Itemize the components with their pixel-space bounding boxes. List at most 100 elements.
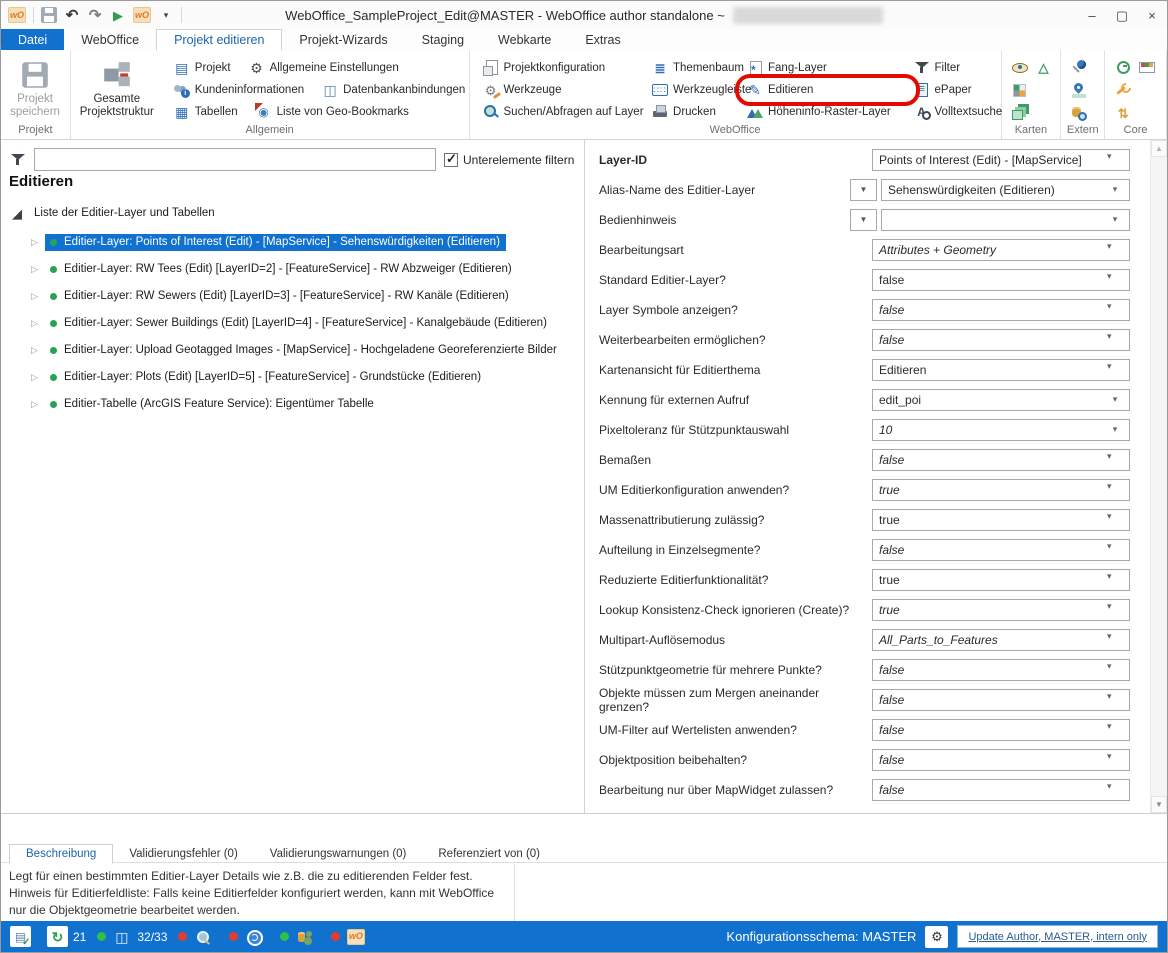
expander-collapsed-icon[interactable]: ▷ (31, 318, 45, 329)
form-field-control[interactable]: false ▾ (872, 299, 1130, 321)
ribbon-tab[interactable]: Datei (1, 29, 64, 50)
status-item[interactable]: ▤ (10, 926, 36, 947)
update-author-button[interactable]: Update Author, MASTER, intern only (957, 925, 1158, 948)
form-field-control[interactable]: false ▾ (872, 269, 1130, 291)
ribbon-button[interactable]: A Volltextsuche (911, 101, 1001, 123)
ribbon-button[interactable]: ⚙ Allgemeine Einstellungen (246, 57, 402, 79)
value-source-dropdown-button[interactable]: ▼ (850, 179, 877, 201)
undo-icon[interactable]: ↶ (64, 7, 80, 23)
tree-root-node[interactable]: ◢ Liste der Editier-Layer und Tabellen (1, 202, 582, 224)
expander-collapsed-icon[interactable]: ▷ (31, 264, 45, 275)
save-icon[interactable] (41, 7, 57, 23)
ribbon-button[interactable]: ▦ Tabellen (171, 101, 241, 123)
expander-collapsed-icon[interactable]: ▷ (31, 372, 45, 383)
form-field-control[interactable]: false ▾ (872, 659, 1130, 681)
tree-item[interactable]: ▷ Editier-Layer: RW Sewers (Edit) [Layer… (1, 283, 582, 310)
status-item[interactable] (178, 926, 218, 947)
core-tool-button[interactable] (1112, 79, 1134, 101)
filter-subelements-checkbox[interactable]: ✓ (444, 153, 458, 167)
expander-collapsed-icon[interactable]: ▷ (31, 345, 45, 356)
close-button[interactable]: × (1137, 1, 1167, 29)
ribbon-button[interactable]: ✎ Editieren (744, 79, 911, 101)
form-field-control[interactable]: false ▾ (872, 689, 1130, 711)
tree-item[interactable]: ▷ Editier-Layer: RW Tees (Edit) [LayerID… (1, 256, 582, 283)
form-field-control[interactable]: ▾ (881, 209, 1130, 231)
tree-item[interactable]: ▷ Editier-Layer: Upload Geotagged Images… (1, 337, 582, 364)
save-project-button[interactable]: Projekt speichern (1, 50, 69, 119)
ribbon-button[interactable]: Suchen/Abfragen auf Layer (480, 101, 650, 123)
ribbon-button[interactable]: ePaper (911, 79, 1001, 101)
qat-customize-icon[interactable]: ▾ (158, 7, 174, 23)
ribbon-button[interactable]: Drucken (649, 101, 744, 123)
ribbon-button[interactable]: ◉ Liste von Geo-Bookmarks (253, 101, 412, 123)
ribbon-tab[interactable]: WebOffice (64, 29, 156, 50)
ribbon-button[interactable]: Höheninfo-Raster-Layer (744, 101, 911, 123)
tree-item[interactable]: ▷ Editier-Tabelle (ArcGIS Feature Servic… (1, 391, 582, 418)
maximize-button[interactable]: ▢ (1107, 1, 1137, 29)
bottom-tab[interactable]: Validierungswarnungen (0) (254, 845, 423, 863)
tree-item[interactable]: ▷ Editier-Layer: Sewer Buildings (Edit) … (1, 310, 582, 337)
status-item[interactable] (280, 926, 320, 947)
form-field-control[interactable]: true ▾ (872, 479, 1130, 501)
expander-collapsed-icon[interactable]: ▷ (31, 399, 45, 410)
extern-tool-button[interactable] (1068, 79, 1090, 101)
bottom-tab[interactable]: Validierungsfehler (0) (113, 845, 253, 863)
run-icon[interactable]: ▶ (110, 7, 126, 23)
scroll-up-button[interactable]: ▲ (1151, 140, 1167, 157)
core-tool-button[interactable]: ⇅ (1112, 102, 1134, 124)
map-tool-button[interactable]: △ (1033, 56, 1055, 78)
status-item[interactable]: ↻ 21 (47, 926, 86, 947)
filter-subelements-option[interactable]: ✓ Unterelemente filtern (444, 153, 574, 167)
ribbon-button[interactable]: Kundeninformationen (171, 79, 307, 101)
form-field-control[interactable]: Points of Interest (Edit) - [MapService]… (872, 149, 1130, 171)
ribbon-tab[interactable]: Projekt editieren (156, 29, 282, 51)
form-field-control[interactable]: false ▾ (872, 329, 1130, 351)
extern-tool-button[interactable] (1068, 56, 1090, 78)
value-source-dropdown-button[interactable]: ▼ (850, 209, 877, 231)
scroll-down-button[interactable]: ▼ (1151, 796, 1167, 813)
map-tool-button[interactable] (1009, 102, 1031, 124)
status-item[interactable]: wO (331, 926, 371, 947)
form-field-control[interactable]: false ▾ (872, 539, 1130, 561)
tree-item[interactable]: ▷ Editier-Layer: Points of Interest (Edi… (1, 229, 582, 256)
ribbon-collapse-icon[interactable]: ∧ (0, 35, 9, 51)
ribbon-button[interactable]: ∷∷ Werkzeugleiste (649, 79, 744, 101)
bottom-tab[interactable]: Referenziert von (0) (422, 845, 556, 863)
expander-collapsed-icon[interactable]: ▷ (31, 237, 45, 248)
bottom-tab[interactable]: Beschreibung (9, 844, 113, 864)
ribbon-button[interactable]: Projektkonfiguration (480, 57, 650, 79)
status-item[interactable] (229, 926, 269, 947)
schema-settings-button[interactable]: ⚙ (925, 926, 948, 948)
ribbon-button[interactable]: Fang-Layer (744, 57, 911, 79)
form-field-control[interactable]: false ▾ (872, 779, 1130, 801)
form-field-control[interactable]: Editieren ▾ (872, 359, 1130, 381)
form-field-control[interactable]: false ▾ (872, 449, 1130, 471)
form-field-control[interactable]: Sehenswürdigkeiten (Editieren) ▾ (881, 179, 1130, 201)
ribbon-button[interactable]: ◫ Datenbankanbindungen (319, 79, 468, 101)
extern-tool-button[interactable] (1068, 102, 1090, 124)
form-field-control[interactable]: true ▾ (872, 509, 1130, 531)
status-item[interactable]: ◫ 32/33 (97, 926, 167, 947)
ribbon-button[interactable]: ≣ Themenbaum (649, 57, 744, 79)
form-field-control[interactable]: Attributes + Geometry ▾ (872, 239, 1130, 261)
form-field-control[interactable]: 10 ▾ (872, 419, 1130, 441)
form-field-control[interactable]: false ▾ (872, 749, 1130, 771)
form-field-control[interactable]: true ▾ (872, 569, 1130, 591)
vertical-scrollbar[interactable]: ▲ ▼ (1150, 140, 1167, 813)
map-tool-button[interactable] (1009, 56, 1031, 78)
expander-expanded-icon[interactable]: ◢ (9, 205, 25, 221)
tree-item[interactable]: ▷ Editier-Layer: Plots (Edit) [LayerID=5… (1, 364, 582, 391)
ribbon-button[interactable]: ▤ Projekt (171, 57, 234, 79)
form-field-control[interactable]: false ▾ (872, 719, 1130, 741)
map-tool-button[interactable] (1009, 79, 1031, 101)
core-tool-button[interactable] (1136, 56, 1158, 78)
ribbon-button[interactable]: ⚙ Werkzeuge (480, 79, 650, 101)
ribbon-tab[interactable]: Projekt-Wizards (282, 29, 404, 50)
form-field-control[interactable]: All_Parts_to_Features ▾ (872, 629, 1130, 651)
ribbon-tab[interactable]: Extras (568, 29, 637, 50)
filter-input[interactable] (34, 148, 436, 171)
expander-collapsed-icon[interactable]: ▷ (31, 291, 45, 302)
ribbon-button[interactable]: Filter (911, 57, 1001, 79)
redo-icon[interactable]: ↷ (87, 7, 103, 23)
ribbon-tab[interactable]: Webkarte (481, 29, 568, 50)
